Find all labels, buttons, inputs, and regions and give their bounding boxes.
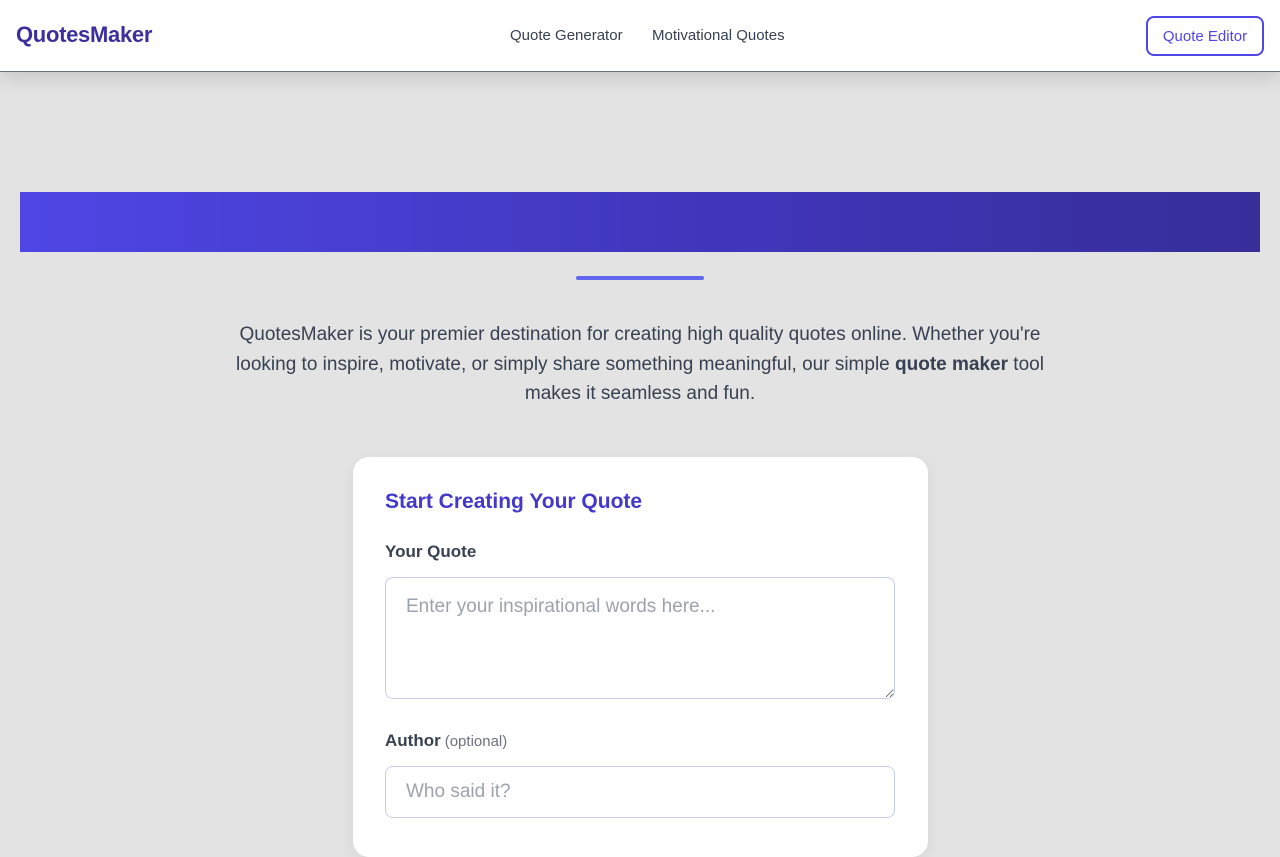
section-divider bbox=[576, 276, 704, 280]
quote-editor-button[interactable]: Quote Editor bbox=[1146, 16, 1264, 56]
author-optional-hint: (optional) bbox=[444, 733, 508, 750]
intro-paragraph: QuotesMaker is your premier destination … bbox=[220, 320, 1060, 409]
form-title: Start Creating Your Quote bbox=[385, 490, 643, 513]
quote-label: Your Quote bbox=[385, 542, 477, 561]
author-label: Author (optional) bbox=[385, 731, 507, 751]
top-navbar: QuotesMaker Quote Generator Motivational… bbox=[0, 0, 1280, 72]
intro-bold-keyword: quote maker bbox=[895, 353, 1009, 375]
nav-link-motivational-quotes[interactable]: Motivational Quotes bbox=[652, 27, 785, 44]
site-logo[interactable]: QuotesMaker bbox=[16, 22, 152, 48]
author-input[interactable] bbox=[385, 766, 895, 818]
hero-banner bbox=[20, 192, 1260, 252]
nav-link-quote-generator[interactable]: Quote Generator bbox=[510, 27, 623, 44]
quote-textarea[interactable] bbox=[385, 577, 895, 699]
quote-form-card: Start Creating Your Quote Your Quote Aut… bbox=[353, 457, 928, 857]
author-label-text: Author bbox=[385, 731, 441, 750]
